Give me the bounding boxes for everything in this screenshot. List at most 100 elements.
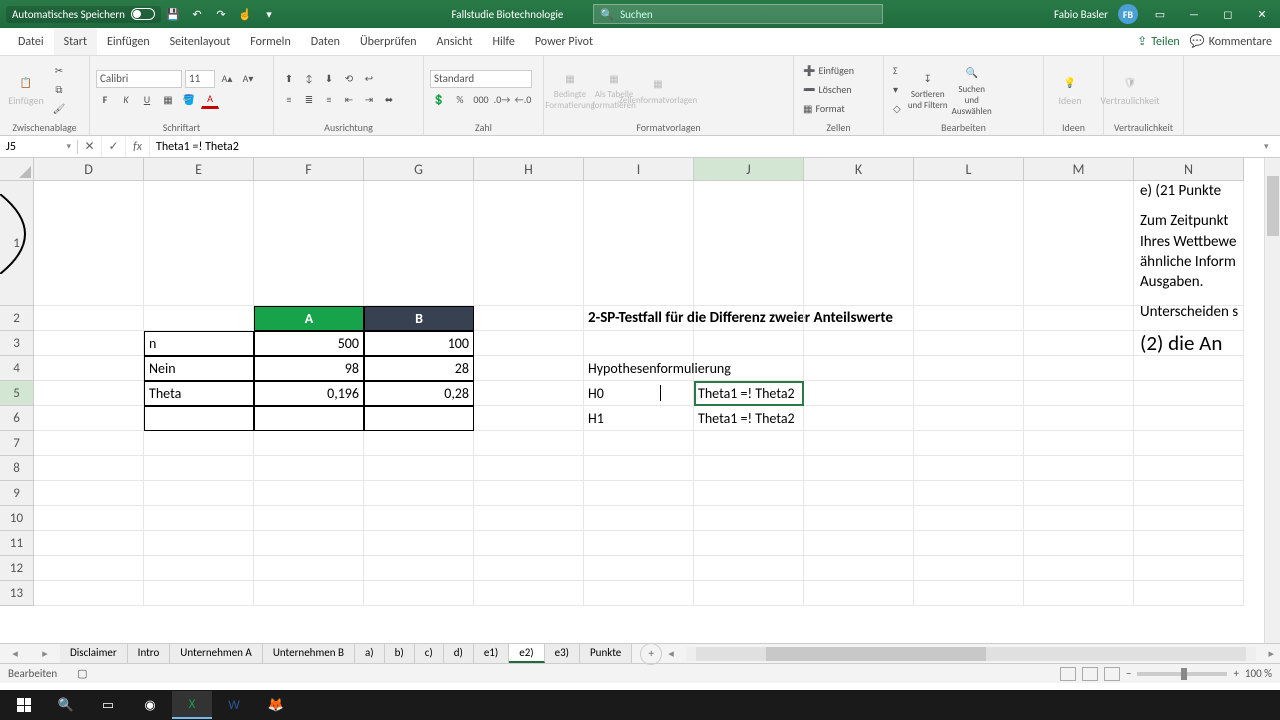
- cell[interactable]: [474, 556, 584, 581]
- cell[interactable]: [804, 331, 914, 356]
- share-button[interactable]: ⇪Teilen: [1137, 34, 1180, 49]
- column-header-N[interactable]: N: [1134, 158, 1244, 181]
- column-header-H[interactable]: H: [474, 158, 584, 181]
- cell[interactable]: [364, 181, 474, 306]
- tab-daten[interactable]: Daten: [301, 29, 350, 55]
- excel-icon[interactable]: X: [172, 691, 212, 719]
- cell[interactable]: [474, 381, 584, 406]
- column-header-F[interactable]: F: [254, 158, 364, 181]
- column-header-M[interactable]: M: [1024, 158, 1134, 181]
- sheet-tab[interactable]: c): [415, 644, 444, 663]
- cell[interactable]: Theta: [144, 381, 254, 406]
- cell[interactable]: [914, 406, 1024, 431]
- align-left-icon[interactable]: ≡: [280, 91, 298, 109]
- cell[interactable]: [804, 481, 914, 506]
- ideas-button[interactable]: 💡Ideen: [1050, 61, 1090, 117]
- cancel-edit-icon[interactable]: ✕: [78, 136, 102, 157]
- cell[interactable]: [254, 456, 364, 481]
- cell[interactable]: [144, 556, 254, 581]
- cell[interactable]: [254, 431, 364, 456]
- cell[interactable]: [474, 581, 584, 606]
- align-bottom-icon[interactable]: ⬇: [320, 70, 338, 88]
- cell[interactable]: [914, 456, 1024, 481]
- cell[interactable]: [1024, 181, 1134, 306]
- row-header-7[interactable]: 7: [0, 431, 34, 456]
- row-header-11[interactable]: 11: [0, 531, 34, 556]
- cell[interactable]: [914, 531, 1024, 556]
- cells-delete-button[interactable]: ➖Löschen: [800, 80, 857, 98]
- cell[interactable]: [34, 356, 144, 381]
- cell[interactable]: [804, 456, 914, 481]
- firefox-icon[interactable]: 🦊: [256, 691, 296, 719]
- percent-icon[interactable]: %: [451, 91, 469, 109]
- cell[interactable]: [1024, 431, 1134, 456]
- thousands-icon[interactable]: 000: [472, 91, 490, 109]
- add-sheet-button[interactable]: +: [640, 643, 662, 665]
- cell[interactable]: [364, 581, 474, 606]
- cell[interactable]: [34, 481, 144, 506]
- tab-datei[interactable]: Datei: [8, 29, 54, 55]
- borders-icon[interactable]: ▦: [159, 91, 177, 109]
- cell[interactable]: 100: [364, 331, 474, 356]
- start-button[interactable]: [4, 691, 44, 719]
- cell[interactable]: Hypothesenformulierung: [584, 356, 694, 381]
- cell[interactable]: [34, 381, 144, 406]
- cut-icon[interactable]: ✂: [50, 61, 68, 79]
- decrease-decimal-icon[interactable]: ←.0: [514, 91, 532, 109]
- cell[interactable]: [254, 506, 364, 531]
- sort-filter-button[interactable]: ↧Sortieren und Filtern: [908, 61, 948, 117]
- cell[interactable]: [254, 581, 364, 606]
- sheet-tab[interactable]: Punkte: [580, 644, 632, 663]
- cell[interactable]: [584, 556, 694, 581]
- autosum-button[interactable]: Σ: [890, 61, 904, 79]
- cell[interactable]: [914, 581, 1024, 606]
- cell[interactable]: [1024, 481, 1134, 506]
- user-name[interactable]: Fabio Basler: [1054, 8, 1108, 21]
- sheet-tab[interactable]: e3): [545, 644, 580, 663]
- cell[interactable]: [914, 481, 1024, 506]
- cell[interactable]: [1134, 456, 1244, 481]
- cell[interactable]: [804, 506, 914, 531]
- qat-customize-icon[interactable]: ▾: [261, 6, 277, 22]
- cell[interactable]: [364, 531, 474, 556]
- cell[interactable]: Nein: [144, 356, 254, 381]
- tab-einfuegen[interactable]: Einfügen: [97, 29, 160, 55]
- cell[interactable]: Theta1 =! Theta2: [694, 381, 804, 406]
- ribbon-mode-icon[interactable]: ▭: [1152, 6, 1168, 22]
- cell[interactable]: [1134, 556, 1244, 581]
- cell[interactable]: [34, 331, 144, 356]
- cell[interactable]: [364, 556, 474, 581]
- cell[interactable]: [1134, 431, 1244, 456]
- orientation-icon[interactable]: ⟲: [340, 70, 358, 88]
- cell[interactable]: [1024, 456, 1134, 481]
- column-header-D[interactable]: D: [34, 158, 144, 181]
- cell[interactable]: [1024, 406, 1134, 431]
- indent-increase-icon[interactable]: ⇥: [360, 91, 378, 109]
- cell[interactable]: [34, 306, 144, 331]
- cell[interactable]: [914, 181, 1024, 306]
- cell[interactable]: [364, 406, 474, 431]
- cell[interactable]: [34, 506, 144, 531]
- cell[interactable]: [1024, 356, 1134, 381]
- font-color-icon[interactable]: A: [201, 91, 219, 109]
- cell[interactable]: 500: [254, 331, 364, 356]
- cell[interactable]: [144, 406, 254, 431]
- cell[interactable]: [144, 431, 254, 456]
- cell[interactable]: [1024, 331, 1134, 356]
- cell[interactable]: [584, 481, 694, 506]
- cell[interactable]: Theta1 =! Theta2: [694, 406, 804, 431]
- column-header-J[interactable]: J: [694, 158, 804, 181]
- word-icon[interactable]: W: [214, 691, 254, 719]
- cell[interactable]: n: [144, 331, 254, 356]
- prev-sheet-icon[interactable]: ◂: [12, 647, 18, 660]
- cell[interactable]: [1024, 306, 1134, 331]
- hscroll-left-icon[interactable]: ◂: [668, 647, 674, 660]
- cell[interactable]: [804, 306, 914, 331]
- cell[interactable]: [474, 306, 584, 331]
- row-header-8[interactable]: 8: [0, 456, 34, 481]
- page-layout-view-icon[interactable]: [1082, 667, 1098, 681]
- cell[interactable]: [694, 581, 804, 606]
- tab-formeln[interactable]: Formeln: [240, 29, 300, 55]
- close-icon[interactable]: ✕: [1254, 6, 1270, 22]
- user-avatar[interactable]: FB: [1118, 4, 1138, 24]
